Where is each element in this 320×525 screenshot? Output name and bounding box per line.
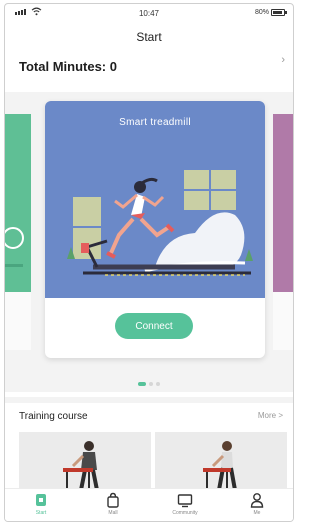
tab-label: Community: [172, 510, 198, 516]
tab-community[interactable]: Community: [149, 489, 221, 521]
carousel-card-previous[interactable]: [5, 114, 31, 292]
bag-icon: [107, 492, 119, 508]
status-time: 10:47: [138, 9, 160, 18]
treadmill-illustration-icon: [67, 170, 253, 276]
status-bar: 10:47 80%: [5, 4, 293, 24]
pagination-dot-active[interactable]: [138, 382, 146, 386]
card-title: Smart treadmill: [119, 117, 191, 128]
course-card[interactable]: [19, 432, 151, 490]
monitor-icon: [177, 494, 193, 508]
tab-start[interactable]: Start: [5, 489, 77, 521]
person-icon: [250, 493, 264, 508]
tab-label: Start: [35, 510, 47, 516]
carousel-pagination: [5, 382, 293, 386]
tab-label: Mall: [108, 510, 118, 516]
device-illustration-icon: [5, 227, 24, 267]
course-thumbnail-icon: [155, 432, 287, 490]
treadmill-banner: Smart treadmill: [45, 101, 265, 298]
chevron-right-icon[interactable]: ›: [281, 54, 285, 66]
start-icon: [36, 494, 46, 506]
battery-percent: 80%: [254, 9, 269, 16]
tab-mall[interactable]: Mall: [77, 489, 149, 521]
course-card[interactable]: [155, 432, 287, 490]
phone-screen: 10:47 80% Start Total Minutes: 0 › Smart…: [4, 3, 294, 522]
carousel-card-previous-footer: [5, 292, 31, 350]
total-minutes[interactable]: Total Minutes: 0: [19, 59, 117, 74]
page-title: Start: [136, 30, 162, 44]
battery-icon: [271, 9, 287, 16]
pagination-dot[interactable]: [149, 382, 153, 386]
more-link[interactable]: More >: [258, 411, 283, 420]
section-divider: [5, 397, 293, 403]
connect-button[interactable]: Connect: [115, 313, 193, 339]
pagination-dot[interactable]: [156, 382, 160, 386]
tab-me[interactable]: Me: [221, 489, 293, 521]
carousel-card-treadmill[interactable]: Smart treadmill Connect: [45, 101, 265, 358]
carousel-card-next[interactable]: [273, 114, 293, 292]
training-course-title: Training course: [19, 411, 88, 422]
tab-label: Me: [253, 510, 261, 516]
tab-bar: Start Mall Community Me: [5, 488, 293, 521]
course-thumbnail-icon: [19, 432, 151, 490]
carousel-card-next-footer: [273, 292, 293, 350]
